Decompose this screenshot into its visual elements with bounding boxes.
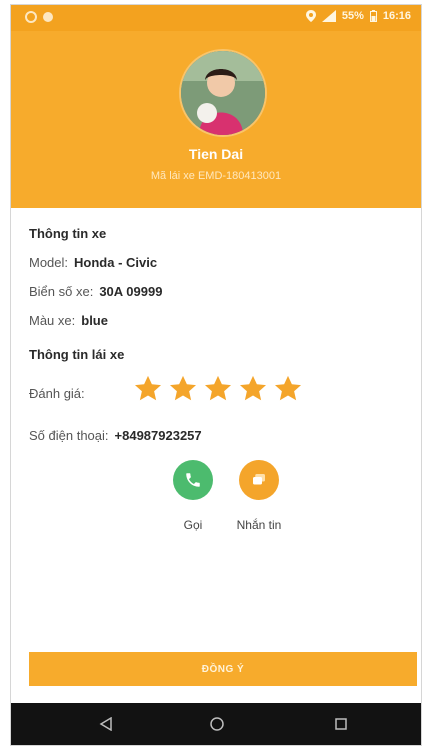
rating-star-icon bbox=[238, 374, 268, 404]
agree-button[interactable]: ĐỒNG Ý bbox=[29, 652, 417, 686]
nav-recent-button[interactable] bbox=[331, 714, 351, 734]
call-button[interactable] bbox=[173, 460, 213, 500]
avatar bbox=[181, 51, 265, 135]
message-label: Nhắn tin bbox=[236, 518, 282, 532]
rating-star-icon bbox=[203, 374, 233, 404]
notification-dot-icon bbox=[43, 12, 53, 22]
nav-home-button[interactable] bbox=[207, 714, 227, 734]
status-bar: 55% 16:16 bbox=[11, 5, 421, 31]
model-label: Model: bbox=[29, 255, 69, 270]
avatar-photo bbox=[181, 51, 265, 135]
call-action[interactable]: Gọi bbox=[161, 460, 225, 532]
location-icon bbox=[305, 10, 316, 22]
rating-label: Đánh giá: bbox=[29, 386, 85, 401]
profile-header: 55% 16:16 Tien Dai Mã lái xe EMD-1804130… bbox=[11, 5, 421, 208]
vehicle-section-title: Thông tin xe bbox=[29, 226, 107, 241]
phone-value: +84987923257 bbox=[114, 428, 202, 443]
driver-section-title: Thông tin lái xe bbox=[29, 347, 125, 362]
rating-star-icon bbox=[133, 374, 163, 404]
phone-screen: 55% 16:16 Tien Dai Mã lái xe EMD-1804130… bbox=[10, 4, 422, 746]
message-button[interactable] bbox=[239, 460, 279, 500]
clock: 16:16 bbox=[382, 10, 411, 22]
android-nav-bar bbox=[11, 703, 421, 745]
home-circle-icon bbox=[210, 717, 224, 731]
status-indicators: 55% 16:16 bbox=[305, 10, 411, 22]
vehicle-color-row: Màu xe: blue bbox=[29, 313, 108, 328]
phone-icon bbox=[186, 473, 200, 487]
battery-icon bbox=[369, 10, 377, 22]
contact-actions: Gọi Nhắn tin bbox=[161, 460, 291, 544]
notification-icon bbox=[25, 11, 37, 23]
license-plate-row: Biển số xe: 30A 09999 bbox=[29, 284, 162, 299]
message-action[interactable]: Nhắn tin bbox=[227, 460, 291, 532]
rating-star-icon bbox=[168, 374, 198, 404]
nav-back-button[interactable] bbox=[96, 714, 116, 734]
status-notifications bbox=[25, 11, 53, 23]
rating-star-icon bbox=[273, 374, 303, 404]
vehicle-model-row: Model: Honda - Civic bbox=[29, 255, 157, 270]
plate-label: Biển số xe: bbox=[29, 284, 94, 299]
color-value: blue bbox=[81, 313, 108, 328]
phone-row: Số điện thoại: +84987923257 bbox=[29, 428, 202, 443]
back-triangle-icon bbox=[99, 717, 112, 731]
color-label: Màu xe: bbox=[29, 313, 76, 328]
signal-icon bbox=[321, 10, 336, 22]
phone-label: Số điện thoại: bbox=[29, 428, 109, 443]
battery-percent: 55% bbox=[341, 10, 364, 22]
recent-square-icon bbox=[335, 718, 347, 730]
plate-value: 30A 09999 bbox=[99, 284, 163, 299]
model-value: Honda - Civic bbox=[74, 255, 158, 270]
chat-icon bbox=[253, 474, 265, 485]
driver-name: Tien Dai bbox=[188, 146, 244, 162]
rating-stars bbox=[133, 374, 303, 404]
driver-code: Mã lái xe EMD-180413001 bbox=[150, 170, 282, 182]
call-label: Gọi bbox=[183, 518, 203, 532]
